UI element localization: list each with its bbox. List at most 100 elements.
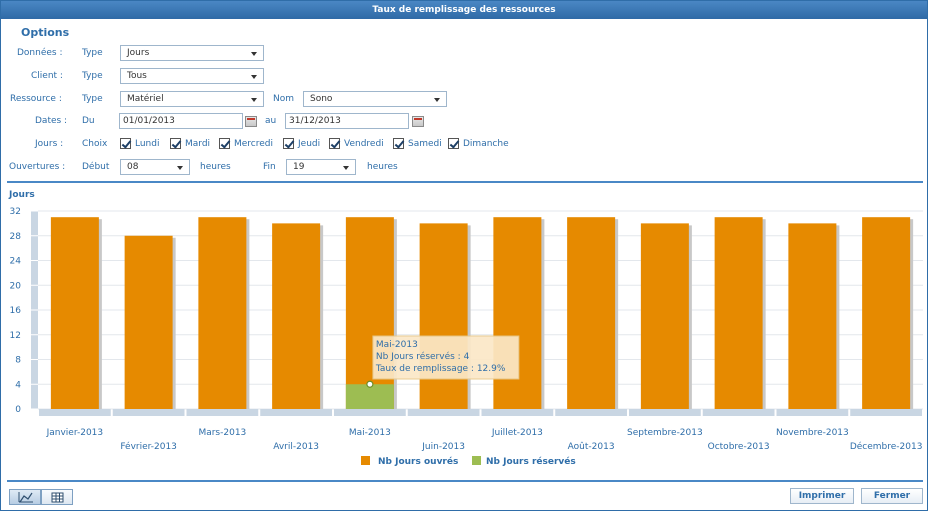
day-label-mercredi: Mercredi: [234, 139, 274, 149]
ressource-nom-select[interactable]: Sono: [303, 91, 447, 107]
x-tick-label: Juin-2013: [421, 442, 465, 452]
ouvertures-fin-select[interactable]: 19: [286, 159, 356, 175]
y-tick-label: 4: [15, 380, 21, 390]
day-label-vendredi: Vendredi: [344, 139, 384, 149]
bar-ouvres: [124, 235, 173, 409]
x-axis-segment: [481, 409, 554, 416]
x-tick-label: Juillet-2013: [491, 428, 543, 438]
bar-ouvres: [714, 217, 763, 409]
bar-ouvres: [50, 217, 99, 409]
ouvertures-heures2: heures: [367, 162, 398, 172]
bar-ouvres: [567, 217, 616, 409]
dialog-window: Taux de remplissage des ressources Optio…: [0, 0, 928, 511]
client-label: Client :: [31, 71, 63, 81]
x-axis-segment: [112, 409, 185, 416]
checkbox-mardi[interactable]: [170, 138, 181, 149]
x-axis-segment: [629, 409, 701, 416]
ouvertures-label: Ouvertures :: [9, 162, 66, 172]
ressource-type-select[interactable]: Matériel: [120, 91, 264, 107]
table-view-toggle[interactable]: [41, 489, 73, 505]
checkbox-samedi[interactable]: [393, 138, 404, 149]
calendar-icon[interactable]: [412, 116, 424, 127]
x-tick-label: Avril-2013: [273, 442, 319, 452]
x-tick-label: Janvier-2013: [46, 428, 104, 438]
day-label-dimanche: Dimanche: [463, 139, 509, 149]
calendar-icon[interactable]: [245, 116, 257, 127]
options-separator: [7, 181, 923, 183]
tooltip-line: Nb Jours réservés : 4: [376, 351, 470, 362]
y-tick-label: 12: [10, 331, 21, 341]
x-tick-label: Décembre-2013: [850, 441, 923, 452]
bar-ouvres: [788, 223, 837, 409]
chevron-down-icon: [251, 52, 257, 56]
checkbox-mercredi[interactable]: [219, 138, 230, 149]
y-axis-title: Jours: [8, 190, 35, 200]
checkbox-jeudi[interactable]: [283, 138, 294, 149]
x-axis-segment: [186, 409, 259, 416]
ouvertures-debut-label: Début: [82, 162, 110, 172]
date-from-input[interactable]: 01/01/2013: [119, 113, 243, 129]
checkbox-lundi[interactable]: [120, 138, 131, 149]
x-tick-label: Novembre-2013: [776, 428, 849, 438]
bar-reserves: [345, 384, 394, 409]
dates-au-label: au: [265, 116, 277, 126]
ressource-nom-label: Nom: [273, 94, 295, 104]
y-tick-label: 0: [15, 405, 21, 415]
ressource-type-value: Matériel: [127, 94, 164, 104]
legend-swatch-ouvres: [361, 456, 370, 465]
close-button[interactable]: Fermer: [861, 488, 923, 504]
grid-table-icon: [51, 492, 64, 503]
jours-label: Jours :: [35, 139, 64, 149]
x-tick-label: Mai-2013: [349, 428, 391, 438]
ouvertures-heures1: heures: [200, 162, 231, 172]
x-tick-label: Septembre-2013: [627, 428, 703, 438]
options-title: Options: [21, 26, 70, 39]
y-tick-label: 28: [10, 232, 22, 242]
donnees-type-value: Jours: [127, 48, 150, 58]
ressource-type-label: Type: [82, 94, 103, 104]
ressource-label: Ressource :: [10, 94, 62, 104]
date-to-input[interactable]: 31/12/2013: [285, 113, 409, 129]
jours-choix-label: Choix: [82, 139, 108, 149]
chart-view-toggle[interactable]: [9, 489, 41, 505]
x-axis-segment: [260, 409, 332, 416]
tooltip-point: [366, 380, 374, 388]
x-axis-segment: [555, 409, 627, 416]
y-tick-label: 16: [10, 306, 22, 316]
x-tick-label: Octobre-2013: [708, 442, 770, 452]
chevron-down-icon: [251, 75, 257, 79]
bar-ouvres: [493, 217, 542, 409]
x-tick-label: Février-2013: [120, 441, 177, 452]
y-tick-label: 8: [15, 356, 21, 366]
ressource-nom-value: Sono: [310, 94, 333, 104]
legend-label-reserves: Nb Jours réservés: [486, 456, 576, 467]
client-type-value: Tous: [127, 71, 147, 81]
chevron-down-icon: [434, 98, 440, 102]
x-axis-segment: [776, 409, 849, 416]
x-axis-segment: [407, 409, 480, 416]
client-type-select[interactable]: Tous: [120, 68, 264, 84]
x-tick-label: Mars-2013: [198, 428, 246, 438]
donnees-type-select[interactable]: Jours: [120, 45, 264, 61]
y-tick-label: 32: [10, 207, 21, 217]
ouvertures-debut-select[interactable]: 08: [120, 159, 190, 175]
donnees-type-label: Type: [82, 48, 103, 58]
checkbox-dimanche[interactable]: [448, 138, 459, 149]
chevron-down-icon: [343, 166, 349, 170]
bar-chart: Jours 0 4 8 12 16 20 24 28 32 Janvier-2013 Février-…: [8, 190, 923, 467]
day-label-samedi: Samedi: [408, 139, 442, 149]
client-type-label: Type: [82, 71, 103, 81]
print-button[interactable]: Imprimer: [790, 488, 854, 504]
window-title: Taux de remplissage des ressources: [1, 1, 927, 19]
ouvertures-debut-value: 08: [127, 162, 139, 172]
tooltip-line: Mai-2013: [376, 340, 418, 350]
legend-label-ouvres: Nb Jours ouvrés: [378, 456, 458, 467]
ouvertures-fin-value: 19: [293, 162, 305, 172]
y-tick-label: 20: [10, 281, 22, 291]
x-axis-segment: [702, 409, 775, 416]
tooltip-line: Taux de remplissage : 12.9%: [375, 364, 506, 374]
x-axis-segment: [39, 409, 111, 416]
chevron-down-icon: [177, 166, 183, 170]
checkbox-vendredi[interactable]: [329, 138, 340, 149]
bar-ouvres: [272, 223, 321, 409]
